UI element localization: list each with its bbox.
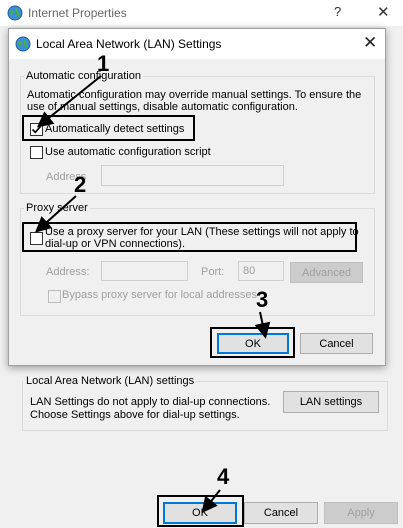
bypass-local-checkbox[interactable] xyxy=(48,290,61,303)
proxy-address-input[interactable] xyxy=(101,261,188,281)
ip-window-title: Internet Properties xyxy=(28,6,127,20)
annotation-number-2: 2 xyxy=(74,172,87,197)
auto-config-desc-1: Automatic configuration may override man… xyxy=(27,89,362,101)
annotation-highlight-3 xyxy=(210,327,295,358)
annotation-highlight-2 xyxy=(22,222,357,252)
proxy-port-label: Port: xyxy=(201,266,225,278)
annotation-highlight-1 xyxy=(22,115,195,141)
lan-settings-desc-1: LAN Settings do not apply to dial-up con… xyxy=(30,396,271,408)
lan-dialog-title: Local Area Network (LAN) Settings xyxy=(36,37,222,51)
ip-apply-button[interactable]: Apply xyxy=(324,502,398,524)
proxy-port-input[interactable]: 80 xyxy=(238,261,284,281)
auto-script-label[interactable]: Use automatic configuration script xyxy=(45,146,211,158)
annotation-number-3: 3 xyxy=(256,287,269,312)
lan-settings-button[interactable]: LAN settings xyxy=(283,391,379,413)
annotation-highlight-4 xyxy=(157,495,244,527)
bypass-local-label[interactable]: Bypass proxy server for local addresses xyxy=(62,289,257,301)
ip-cancel-button[interactable]: Cancel xyxy=(244,502,318,524)
advanced-button[interactable]: Advanced xyxy=(290,262,363,283)
lan-dialog-cancel-button[interactable]: Cancel xyxy=(300,333,373,354)
proxy-server-group-title: Proxy server xyxy=(24,202,90,214)
lan-settings-group-border xyxy=(190,381,388,382)
auto-script-checkbox[interactable] xyxy=(30,146,43,159)
ip-close-button[interactable]: ✕ xyxy=(377,3,390,21)
auto-config-desc-2: use of manual settings, disable automati… xyxy=(27,101,298,113)
lan-dialog-close-button[interactable]: ✕ xyxy=(363,33,377,53)
proxy-address-label: Address: xyxy=(46,266,90,278)
internet-globe-icon xyxy=(7,5,23,21)
lan-dialog-globe-icon xyxy=(15,36,31,52)
lan-settings-desc-2: Choose Settings above for dial-up settin… xyxy=(30,409,240,421)
script-address-input[interactable] xyxy=(101,165,284,186)
auto-config-group-title: Automatic configuration xyxy=(24,70,143,82)
annotation-number-4: 4 xyxy=(217,464,230,489)
lan-settings-group-title: Local Area Network (LAN) settings xyxy=(24,375,197,387)
ip-help-button[interactable]: ? xyxy=(334,4,341,19)
annotation-number-1: 1 xyxy=(97,51,110,76)
